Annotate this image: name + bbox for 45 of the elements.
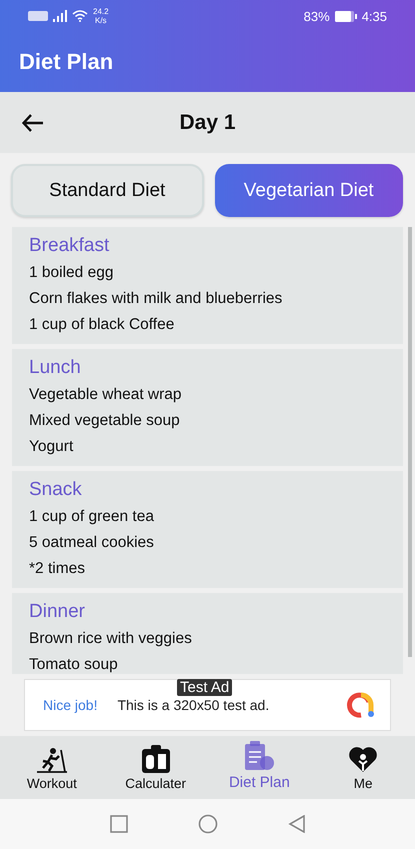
day-title: Day 1 [179,110,236,134]
diet-tab[interactable]: Standard Diet [11,164,204,217]
meal-item: *2 times [29,559,86,579]
treadmill-runner-icon [34,747,69,773]
battery-percent: 83% [304,8,330,24]
ad-banner[interactable]: Test Ad Nice job! This is a 320x50 test ad. [24,679,391,731]
ad-text: This is a 320x50 test ad. [117,697,270,713]
battery-icon [334,10,357,22]
nav-tab[interactable]: Diet Plan [208,736,312,799]
calculator-icon [142,745,170,773]
clock: 4:35 [362,8,387,24]
scrollbar[interactable] [408,227,412,657]
ad-logo-icon [346,690,376,720]
recent-apps-icon[interactable] [110,815,128,833]
meal-item: 1 cup of green tea [29,507,155,527]
wifi-icon [72,10,88,22]
back-arrow-icon[interactable] [22,114,44,132]
meal-title: Dinner [29,601,86,623]
signal-icon [53,10,67,22]
meal-title: Breakfast [29,235,110,257]
clipboard-apple-icon [243,741,276,771]
ad-headline: Nice job! [43,697,98,713]
meal-item: 5 oatmeal cookies [29,533,155,553]
meal-item: Corn flakes with milk and blueberries [29,289,284,309]
nav-tab[interactable]: Calculater [104,736,208,799]
diet-tab[interactable]: Vegetarian Diet [214,164,403,217]
nav-tab[interactable]: Me [311,736,415,799]
back-icon[interactable] [288,815,306,833]
meal-title: Snack [29,479,83,501]
speed-unit: K/s [95,16,107,25]
meal-item: Mixed vegetable soup [29,411,181,431]
meal-item: 1 boiled egg [29,263,114,283]
network-speed: 24.2 [93,7,109,16]
test-ad-badge: Test Ad [177,679,232,696]
heart-person-icon [348,745,378,773]
wifi-calling-icon [28,11,48,21]
app-title: Diet Plan [19,49,114,75]
meal-item: Vegetable wheat wrap [29,385,183,405]
meal-item: Yogurt [29,437,74,457]
nav-tab[interactable]: Workout [0,736,104,799]
meal-item: 1 cup of black Coffee [29,315,176,335]
home-icon[interactable] [198,814,218,834]
meal-item: Tomato soup [29,655,119,674]
meal-title: Lunch [29,357,82,379]
meal-item: Brown rice with veggies [29,629,193,649]
